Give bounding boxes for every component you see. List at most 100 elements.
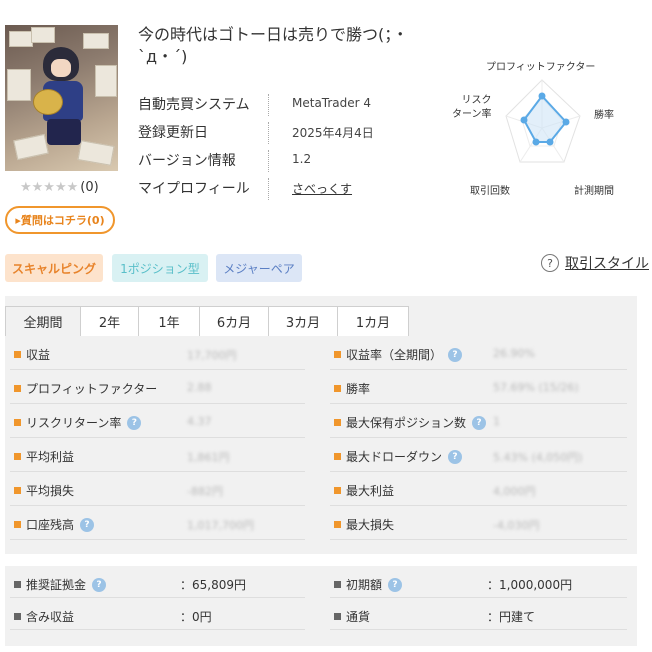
bullet-square-icon <box>334 521 341 528</box>
bullet-square-icon <box>334 581 341 588</box>
stat-value: -4,030円 <box>493 519 540 532</box>
tab-2-years[interactable]: 2年 <box>80 306 139 336</box>
coin-icon <box>33 89 63 115</box>
money-stack-decor <box>31 27 55 43</box>
banknote-decor <box>77 140 115 166</box>
money-stack-decor <box>95 65 117 97</box>
stat-label-text: 平均利益 <box>26 450 75 464</box>
help-icon[interactable]: ? <box>448 449 463 464</box>
tag-major-pair[interactable]: メジャーペア <box>216 254 302 282</box>
stat-value: 57.69% (15/26) <box>493 381 579 394</box>
stat-value: 1,017,700円 <box>187 519 254 532</box>
stat-label: 平均損失 <box>14 482 74 499</box>
trading-style-link[interactable]: ? 取引スタイル <box>541 253 649 273</box>
stat-cell: プロフィットファクター 2.88 <box>5 370 315 404</box>
stat-label-text: 収益率（全期間） <box>346 348 443 362</box>
banknote-decor <box>13 133 49 161</box>
stat-label-text: 口座残高 <box>26 518 75 532</box>
stat-label: 勝率 <box>334 380 370 397</box>
stat-cell: 収益率（全期間）? 26.90% <box>325 336 637 370</box>
stat-value: 17,700円 <box>187 349 237 362</box>
rating-stars-icon: ★★★★★ <box>20 180 79 195</box>
profile-link[interactable]: さべっくす <box>292 180 352 197</box>
question-button[interactable]: ▸質問はコチラ(0) <box>5 206 115 234</box>
stat-value: 1,861円 <box>187 451 230 464</box>
table-row: 平均損失 -882円 最大利益 4,000円 <box>5 472 637 506</box>
stat-value: 4,000円 <box>493 485 536 498</box>
stat-value: ：1,000,000円 <box>487 578 573 592</box>
stat-value: ：65,809円 <box>180 578 246 592</box>
tag-one-position[interactable]: 1ポジション型 <box>112 254 208 282</box>
info-key: マイプロフィール <box>138 181 250 197</box>
summary-table: 推奨証拠金? ：65,809円 初期額? ：1,000,000円 含み収益 ：0円 通貨 ：円… <box>5 566 637 630</box>
table-row: 含み収益 ：0円 通貨 ：円建て <box>5 598 637 630</box>
table-row: プロフィットファクター 2.88 勝率 57.69% (15/26) <box>5 370 637 404</box>
rating: ★★★★★ (0) <box>20 180 99 195</box>
bullet-square-icon <box>334 487 341 494</box>
stat-value: -882円 <box>187 485 223 498</box>
stat-value: 5.43% (4,050円) <box>493 451 583 464</box>
tab-1-month[interactable]: 1カ月 <box>337 306 409 336</box>
help-icon[interactable]: ? <box>80 517 95 532</box>
help-icon[interactable]: ? <box>92 577 107 592</box>
bullet-square-icon <box>14 453 21 460</box>
help-icon[interactable]: ? <box>388 577 403 592</box>
stat-cell: 通貨 ：円建て <box>325 598 637 630</box>
tab-1-year[interactable]: 1年 <box>138 306 200 336</box>
bullet-square-icon <box>334 419 341 426</box>
stat-label-text: 通貨 <box>346 610 371 624</box>
stat-cell: 口座残高? 1,017,700円 <box>5 506 315 540</box>
stat-cell: 収益 17,700円 <box>5 336 315 370</box>
stat-label-text: 含み収益 <box>26 610 75 624</box>
radar-point <box>538 92 546 100</box>
stat-cell: リスクリターン率? 4.37 <box>5 404 315 438</box>
radar-series <box>522 94 568 143</box>
stat-label-text: 推奨証拠金 <box>26 578 87 592</box>
info-key: 自動売買システム <box>138 97 250 113</box>
bullet-square-icon <box>14 385 21 392</box>
tab-6-months[interactable]: 6カ月 <box>199 306 269 336</box>
stat-label: 初期額? <box>334 576 403 593</box>
bullet-square-icon <box>14 419 21 426</box>
info-value: 2025年4月4日 <box>292 126 374 140</box>
stats-table: 収益 17,700円 収益率（全期間）? 26.90% プロフィットファクター 2.88 勝… <box>5 336 637 540</box>
help-icon[interactable]: ? <box>448 347 463 362</box>
tab-3-months[interactable]: 3カ月 <box>268 306 338 336</box>
divider <box>268 178 269 200</box>
bullet-square-icon <box>14 613 21 620</box>
help-icon[interactable]: ? <box>127 415 142 430</box>
stat-cell: 最大利益 4,000円 <box>325 472 637 506</box>
rating-count: (0) <box>80 180 99 195</box>
radar-label-period: 計測期間 <box>574 186 614 197</box>
info-value: 1.2 <box>292 152 312 166</box>
trading-style-label: 取引スタイル <box>565 256 649 272</box>
stat-label-text: プロフィットファクター <box>26 382 158 396</box>
tag-scalping[interactable]: スキャルピング <box>5 254 103 282</box>
stat-value: 2.88 <box>187 381 212 394</box>
divider <box>268 150 269 172</box>
help-icon[interactable]: ? <box>472 415 487 430</box>
stat-label: 通貨 <box>334 608 370 625</box>
stat-label-text: 最大ドローダウン <box>346 450 443 464</box>
bullet-square-icon <box>334 351 341 358</box>
stat-label: プロフィットファクター <box>14 380 157 397</box>
bullet-square-icon <box>334 453 341 460</box>
stat-cell: 最大ドローダウン? 5.43% (4,050円) <box>325 438 637 472</box>
row-divider <box>10 539 305 540</box>
radar-chart: プロフィットファクター 勝率 リスク ターン率 取引回数 計測期間 <box>440 50 645 200</box>
stat-value: ：円建て <box>487 610 536 624</box>
stat-label: 推奨証拠金? <box>14 576 107 593</box>
stat-cell: 最大損失 -4,030円 <box>325 506 637 540</box>
stat-label-text: 最大保有ポジション数 <box>346 416 467 430</box>
period-tabs: 全期間 2年 1年 6カ月 3カ月 1カ月 <box>5 306 409 336</box>
row-divider <box>330 629 627 630</box>
character-legs <box>47 119 81 145</box>
stat-label: 収益 <box>14 346 50 363</box>
bullet-square-icon <box>14 581 21 588</box>
stat-label: 最大利益 <box>334 482 394 499</box>
bullet-square-icon <box>14 351 21 358</box>
stat-cell: 平均利益 1,861円 <box>5 438 315 472</box>
page-title: 今の時代はゴトー日は売りで勝つ(；・`д・´) <box>138 25 409 66</box>
stat-cell: 初期額? ：1,000,000円 <box>325 566 637 598</box>
tab-all-period[interactable]: 全期間 <box>5 306 81 336</box>
